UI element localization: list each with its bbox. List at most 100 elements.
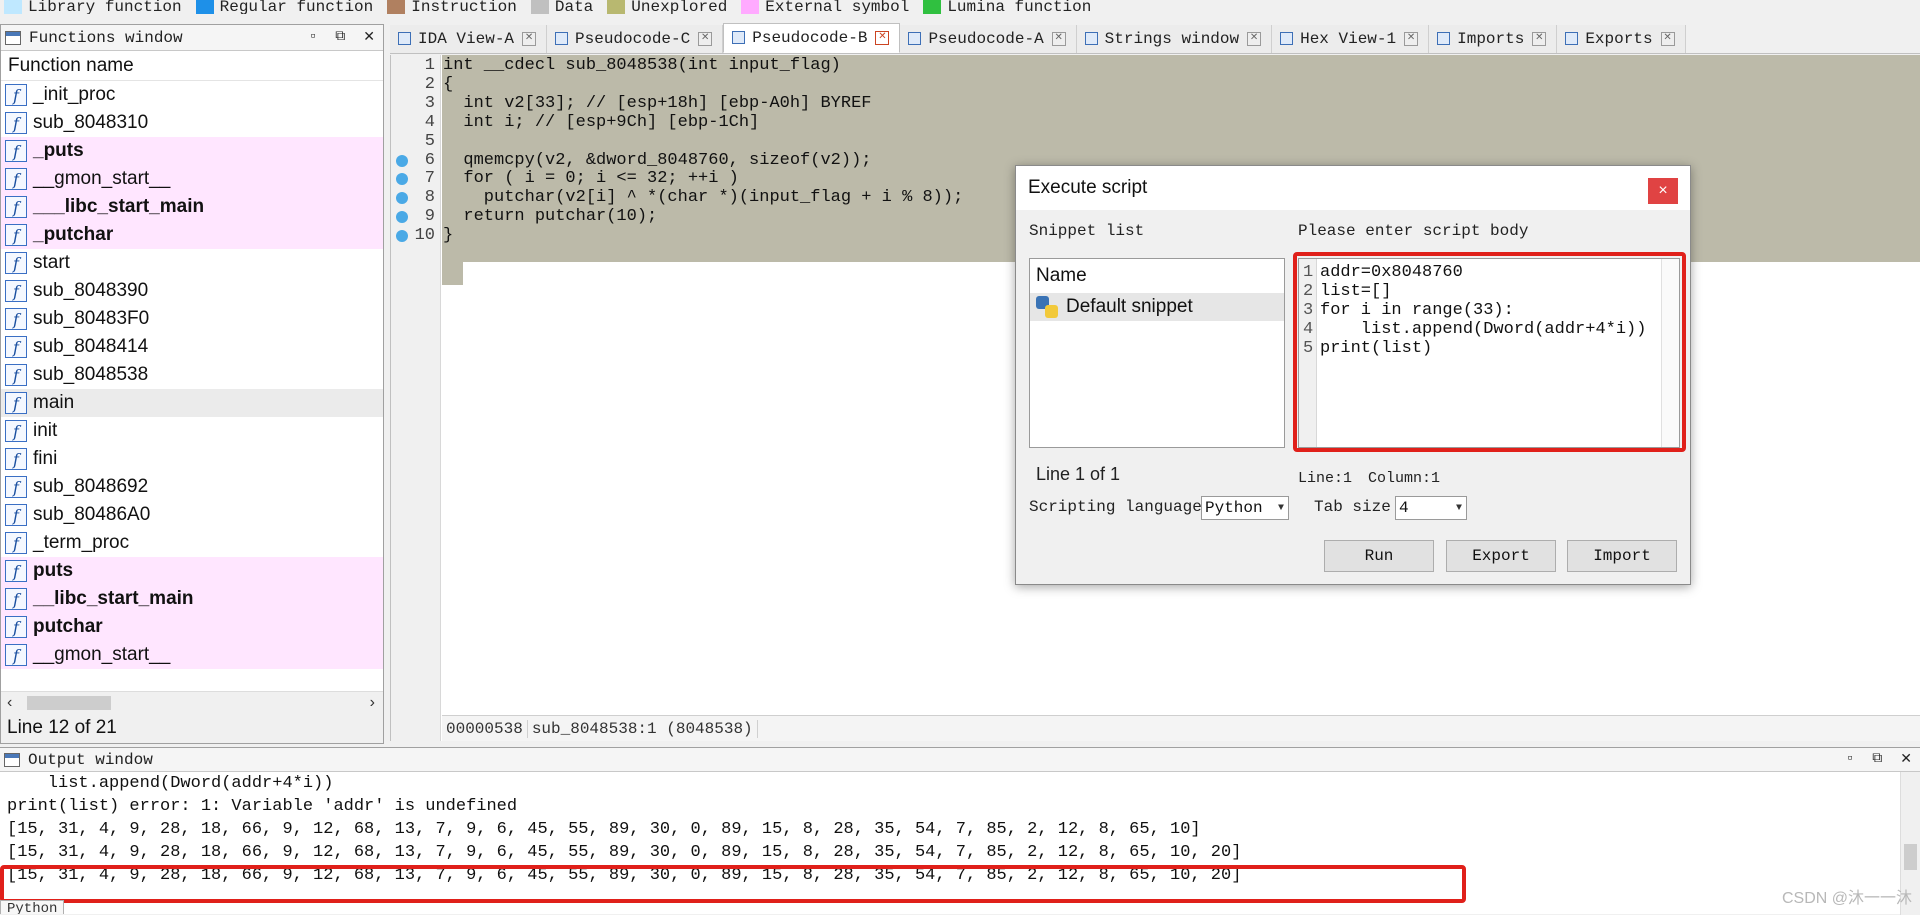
function-icon: f	[5, 644, 27, 666]
function-name-column-header[interactable]: Function name	[1, 51, 383, 81]
tab-label: Pseudocode-A	[928, 30, 1044, 48]
code-line: int __cdecl sub_8048538(int input_flag)	[443, 56, 841, 75]
line-number: 9	[424, 207, 435, 227]
snippet-item-label: Default snippet	[1066, 296, 1193, 317]
legend-swatch	[195, 0, 214, 14]
tab-close-icon[interactable]: ✕	[1051, 32, 1066, 46]
tab-pseudocode-b[interactable]: Pseudocode-B ✕	[723, 23, 901, 53]
float-icon[interactable]: ⧉	[1872, 751, 1882, 768]
function-name: fini	[33, 448, 58, 469]
view-icon	[908, 32, 922, 45]
breakpoint-marker[interactable]	[396, 230, 408, 243]
horizontal-scrollbar[interactable]: ‹ ›	[1, 691, 383, 713]
function-list-item[interactable]: f ___libc_start_main	[1, 193, 383, 221]
function-list-item[interactable]: f sub_8048414	[1, 333, 383, 361]
tab-size-select[interactable]: 4 ▼	[1395, 496, 1467, 520]
function-list-item[interactable]: f start	[1, 249, 383, 277]
function-list-item[interactable]: f _putchar	[1, 221, 383, 249]
function-name: sub_8048414	[33, 336, 149, 357]
tab-close-icon[interactable]: ✕	[1404, 32, 1419, 46]
function-icon: f	[5, 252, 27, 274]
tab-pseudocode-a[interactable]: Pseudocode-A ✕	[900, 25, 1077, 53]
scroll-right-icon[interactable]: ›	[370, 694, 375, 712]
line-number: 3	[424, 93, 435, 113]
tab-close-icon[interactable]: ✕	[1660, 32, 1675, 46]
functions-window-title: Functions window	[29, 28, 183, 47]
function-list-item[interactable]: f putchar	[1, 613, 383, 641]
functions-status: Line 12 of 21	[1, 713, 383, 743]
function-name: __gmon_start__	[33, 168, 171, 189]
function-name: _term_proc	[33, 532, 130, 553]
function-list-item[interactable]: f _init_proc	[1, 81, 383, 109]
snippet-list-header[interactable]: Name	[1030, 259, 1284, 293]
breakpoint-marker[interactable]	[396, 154, 408, 167]
function-list-item[interactable]: f sub_8048692	[1, 473, 383, 501]
function-list-item[interactable]: f _term_proc	[1, 529, 383, 557]
function-list-item[interactable]: f sub_80483F0	[1, 305, 383, 333]
tab-label: Strings window	[1104, 30, 1240, 48]
function-list-item[interactable]: f init	[1, 417, 383, 445]
tab-size-label: Tab size	[1314, 498, 1391, 516]
code-line: }	[443, 226, 454, 246]
breakpoint-marker[interactable]	[396, 192, 408, 205]
function-icon: f	[5, 560, 27, 582]
tab-exports[interactable]: Exports ✕	[1557, 25, 1686, 53]
line-number: 2	[424, 74, 435, 94]
snippet-item[interactable]: Default snippet	[1030, 293, 1284, 321]
code-line: {	[443, 74, 454, 94]
scroll-left-icon[interactable]: ‹	[7, 694, 12, 712]
function-list-item[interactable]: f __libc_start_main	[1, 585, 383, 613]
tab-pseudocode-c[interactable]: Pseudocode-C ✕	[547, 25, 724, 53]
chevron-down-icon: ▼	[1277, 502, 1284, 514]
function-list-item[interactable]: f puts	[1, 557, 383, 585]
tab-close-icon[interactable]: ✕	[522, 32, 537, 46]
function-list-item[interactable]: f sub_80486A0	[1, 501, 383, 529]
close-icon[interactable]: ✕	[363, 29, 375, 46]
tab-imports[interactable]: Imports ✕	[1429, 25, 1558, 53]
view-icon	[732, 31, 746, 44]
import-button[interactable]: Import	[1567, 540, 1677, 572]
legend-swatch	[530, 0, 549, 14]
tab-ida-view-a[interactable]: IDA View-A ✕	[390, 25, 548, 53]
run-button[interactable]: Run	[1324, 540, 1434, 572]
function-name: main	[33, 392, 75, 413]
float-icon[interactable]: ⧉	[335, 29, 345, 46]
scripting-language-value: Python	[1205, 499, 1263, 517]
snippet-list[interactable]: Name Default snippet	[1029, 258, 1285, 448]
function-list-item[interactable]: f sub_8048538	[1, 361, 383, 389]
tab-hex-view-1[interactable]: Hex View-1 ✕	[1272, 25, 1430, 53]
export-button[interactable]: Export	[1446, 540, 1556, 572]
tab-strings-window[interactable]: Strings window ✕	[1076, 25, 1273, 53]
scrollbar-thumb[interactable]	[27, 696, 111, 710]
pseudocode-status-bar: 00000538 sub_8048538:1 (8048538)	[442, 715, 1920, 741]
function-list-item[interactable]: f _puts	[1, 137, 383, 165]
minimize-icon[interactable]: ▫	[309, 29, 317, 46]
function-list-item[interactable]: f sub_8048390	[1, 277, 383, 305]
function-icon: f	[5, 112, 27, 134]
scripting-language-select[interactable]: Python ▼	[1201, 496, 1289, 520]
legend-label: External symbol	[765, 0, 910, 14]
function-list-item[interactable]: f fini	[1, 445, 383, 473]
minimize-icon[interactable]: ▫	[1846, 751, 1854, 768]
function-list-item[interactable]: f __gmon_start__	[1, 165, 383, 193]
breakpoint-marker[interactable]	[396, 211, 408, 224]
tab-label: Pseudocode-C	[575, 30, 691, 48]
tab-close-icon[interactable]: ✕	[1532, 32, 1547, 46]
function-list-item[interactable]: f sub_8048310	[1, 109, 383, 137]
legend-item: Regular function	[192, 0, 373, 14]
scrollbar-thumb[interactable]	[1904, 844, 1917, 870]
python-input-tab[interactable]: Python	[0, 900, 65, 914]
function-name: __libc_start_main	[33, 588, 194, 609]
function-name: ___libc_start_main	[33, 196, 205, 217]
color-legend-bar: Library function Regular function Instruct…	[0, 0, 1920, 14]
breakpoint-marker[interactable]	[396, 173, 408, 186]
function-list-item[interactable]: f __gmon_start__	[1, 641, 383, 669]
code-line: int i; // [esp+9Ch] [ebp-1Ch]	[443, 112, 760, 132]
tab-close-icon[interactable]: ✕	[1247, 32, 1262, 46]
dialog-close-button[interactable]: ×	[1648, 178, 1678, 204]
close-icon[interactable]: ✕	[1900, 751, 1912, 768]
function-list-item[interactable]: f main	[1, 389, 383, 417]
tab-label: Pseudocode-B	[752, 29, 868, 47]
tab-close-icon[interactable]: ✕	[875, 31, 890, 45]
tab-close-icon[interactable]: ✕	[698, 32, 713, 46]
